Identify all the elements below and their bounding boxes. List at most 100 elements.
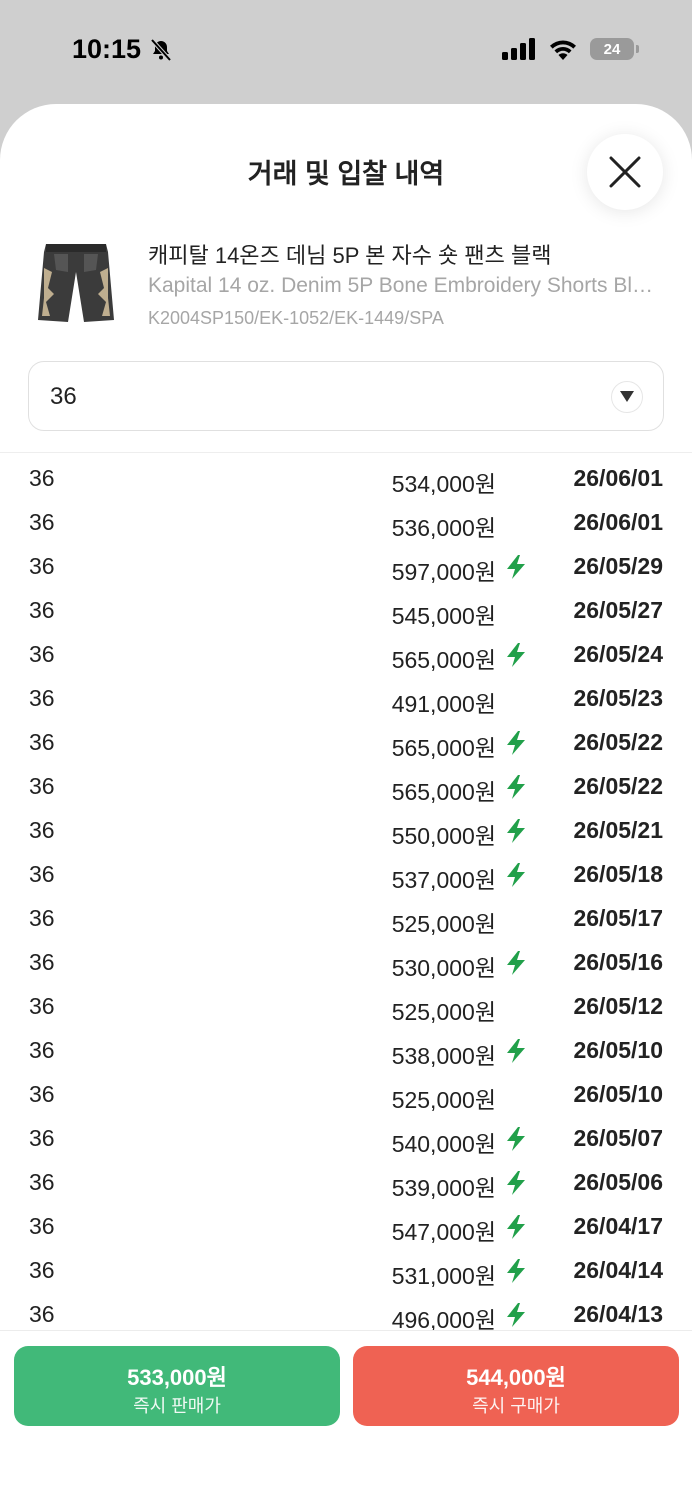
table-row: 36 565,000원 26/05/22 — [0, 720, 692, 764]
row-date: 26/04/14 — [573, 1257, 663, 1283]
row-price: 597,000원 — [391, 559, 496, 585]
table-row: 36 538,000원 26/05/10 — [0, 1028, 692, 1072]
row-size: 36 — [29, 905, 55, 931]
wifi-icon — [550, 40, 576, 60]
row-size: 36 — [29, 641, 55, 667]
table-row: 36 534,000원 26/06/01 — [0, 456, 692, 500]
row-price: 537,000원 — [391, 867, 496, 893]
table-row: 36 565,000원 26/05/24 — [0, 632, 692, 676]
row-price: 539,000원 — [391, 1175, 496, 1201]
row-price: 525,000원 — [391, 999, 496, 1025]
row-size: 36 — [29, 1037, 55, 1063]
row-price: 534,000원 — [391, 471, 496, 497]
product-name-english: Kapital 14 oz. Denim 5P Bone Embroidery … — [148, 274, 664, 297]
row-date: 26/05/23 — [573, 685, 663, 711]
table-row: 36 550,000원 26/05/21 — [0, 808, 692, 852]
row-size: 36 — [29, 1125, 55, 1151]
row-size: 36 — [29, 685, 55, 711]
instant-sell-button[interactable]: 533,000원 즉시 판매가 — [14, 1346, 340, 1426]
row-price: 538,000원 — [391, 1043, 496, 1069]
row-price: 565,000원 — [391, 779, 496, 805]
row-date: 26/04/17 — [573, 1213, 663, 1239]
transaction-list[interactable]: 36 534,000원 26/06/01 36 536,000원 26/06/01 36 59… — [0, 456, 692, 1332]
lightning-bolt-icon — [507, 863, 525, 887]
table-row: 36 597,000원 26/05/29 — [0, 544, 692, 588]
row-price: 530,000원 — [391, 955, 496, 981]
row-date: 26/05/18 — [573, 861, 663, 887]
row-price: 550,000원 — [391, 823, 496, 849]
table-row: 36 525,000원 26/05/12 — [0, 984, 692, 1028]
row-price: 565,000원 — [391, 735, 496, 761]
row-size: 36 — [29, 553, 55, 579]
lightning-bolt-icon — [507, 1303, 525, 1327]
table-row: 36 536,000원 26/06/01 — [0, 500, 692, 544]
close-button[interactable] — [587, 134, 663, 210]
lightning-bolt-icon — [507, 1259, 525, 1283]
product-code: K2004SP150/EK-1052/EK-1449/SPA — [148, 308, 444, 328]
row-size: 36 — [29, 597, 55, 623]
row-size: 36 — [29, 861, 55, 887]
row-date: 26/05/07 — [573, 1125, 663, 1151]
lightning-bolt-icon — [507, 1127, 525, 1151]
row-size: 36 — [29, 729, 55, 755]
row-price: 496,000원 — [391, 1307, 496, 1332]
battery-level: 24 — [603, 40, 621, 58]
row-date: 26/05/12 — [573, 993, 663, 1019]
instant-sell-price: 533,000원 — [127, 1365, 227, 1390]
row-date: 26/05/17 — [573, 905, 663, 931]
row-size: 36 — [29, 1301, 55, 1327]
product-name-korean: 캐피탈 14온즈 데님 5P 본 자수 숏 팬츠 블랙 — [148, 243, 552, 268]
row-date: 26/04/13 — [573, 1301, 663, 1327]
table-row: 36 545,000원 26/05/27 — [0, 588, 692, 632]
row-date: 26/05/10 — [573, 1037, 663, 1063]
row-date: 26/05/10 — [573, 1081, 663, 1107]
table-row: 36 496,000원 26/04/13 — [0, 1292, 692, 1332]
table-row: 36 525,000원 26/05/17 — [0, 896, 692, 940]
lightning-bolt-icon — [507, 775, 525, 799]
table-row: 36 531,000원 26/04/14 — [0, 1248, 692, 1292]
row-price: 540,000원 — [391, 1131, 496, 1157]
row-date: 26/05/24 — [573, 641, 663, 667]
row-price: 491,000원 — [391, 691, 496, 717]
product-thumbnail — [38, 244, 114, 322]
transaction-history-sheet: 거래 및 입찰 내역 캐피탈 14온즈 데님 5P 본 자수 숏 팬츠 블랙 K… — [0, 104, 692, 1500]
table-row: 36 530,000원 26/05/16 — [0, 940, 692, 984]
status-time: 10:15 — [72, 34, 173, 65]
size-dropdown[interactable]: 36 — [28, 361, 664, 431]
instant-buy-button[interactable]: 544,000원 즉시 구매가 — [353, 1346, 679, 1426]
row-date: 26/05/29 — [573, 553, 663, 579]
product-summary: 캐피탈 14온즈 데님 5P 본 자수 숏 팬츠 블랙 Kapital 14 o… — [28, 234, 668, 330]
size-dropdown-value: 36 — [50, 383, 77, 410]
instant-buy-price: 544,000원 — [466, 1365, 566, 1390]
row-size: 36 — [29, 773, 55, 799]
row-date: 26/06/01 — [573, 465, 663, 491]
table-row: 36 565,000원 26/05/22 — [0, 764, 692, 808]
row-date: 26/05/27 — [573, 597, 663, 623]
row-price: 536,000원 — [391, 515, 496, 541]
row-price: 525,000원 — [391, 1087, 496, 1113]
row-date: 26/05/06 — [573, 1169, 663, 1195]
instant-sell-label: 즉시 판매가 — [133, 1396, 221, 1416]
row-date: 26/05/22 — [573, 729, 663, 755]
battery-indicator: 24 — [590, 38, 639, 60]
row-size: 36 — [29, 465, 55, 491]
table-row: 36 539,000원 26/05/06 — [0, 1160, 692, 1204]
close-icon — [609, 156, 641, 188]
lightning-bolt-icon — [507, 555, 525, 579]
row-size: 36 — [29, 1169, 55, 1195]
row-price: 545,000원 — [391, 603, 496, 629]
row-size: 36 — [29, 509, 55, 535]
status-bar: 10:15 24 — [0, 0, 692, 104]
divider — [0, 452, 692, 453]
lightning-bolt-icon — [507, 819, 525, 843]
status-icons: 24 — [502, 38, 639, 60]
row-size: 36 — [29, 949, 55, 975]
table-row: 36 547,000원 26/04/17 — [0, 1204, 692, 1248]
status-time-text: 10:15 — [72, 34, 142, 64]
bell-slash-icon — [150, 38, 172, 61]
row-date: 26/06/01 — [573, 509, 663, 535]
cellular-signal-icon — [502, 38, 535, 60]
lightning-bolt-icon — [507, 731, 525, 755]
row-price: 525,000원 — [391, 911, 496, 937]
row-size: 36 — [29, 1081, 55, 1107]
